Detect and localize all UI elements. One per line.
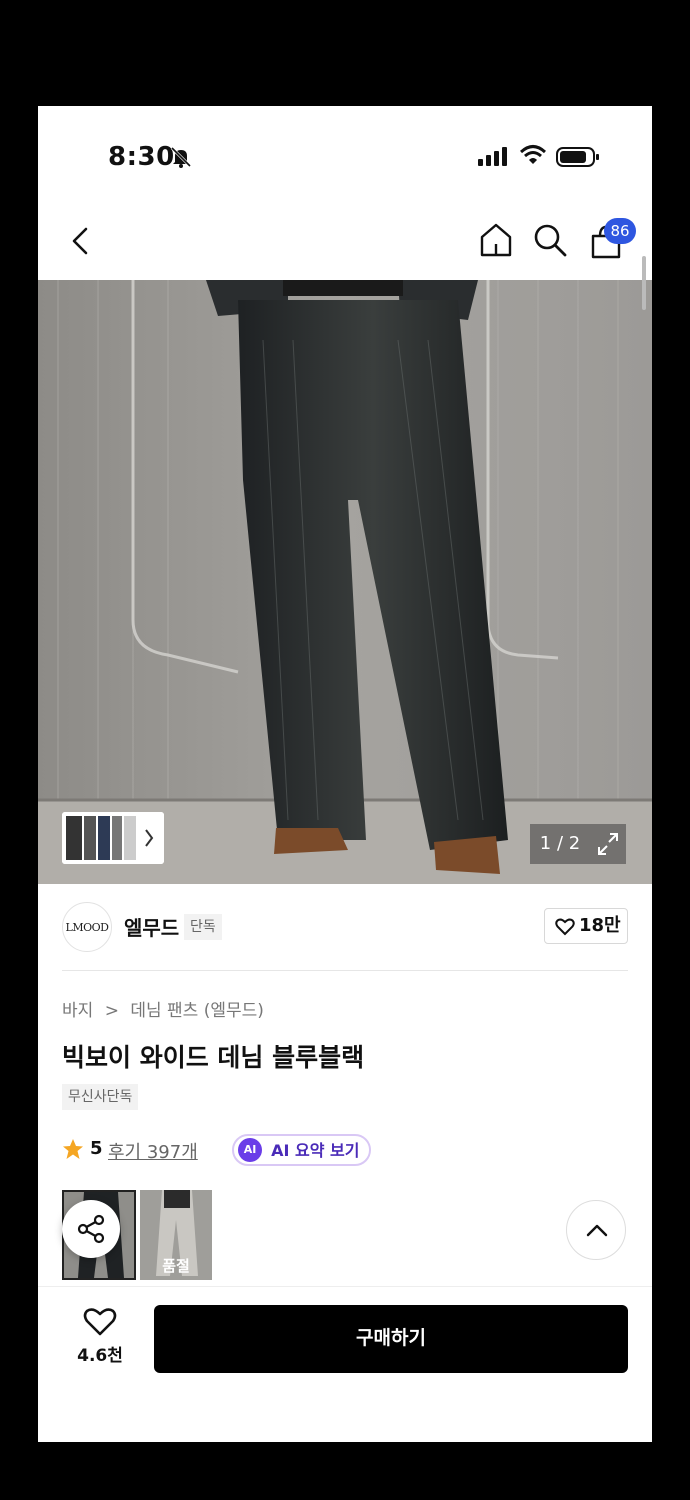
soldout-label: 품절 bbox=[162, 1257, 190, 1275]
image-counter: 1 / 2 bbox=[530, 824, 590, 864]
image-thumbnail-strip[interactable] bbox=[62, 812, 164, 864]
product-image-carousel[interactable]: 1 / 2 bbox=[38, 280, 652, 884]
product-photo bbox=[38, 280, 652, 884]
cellular-signal-icon bbox=[478, 147, 507, 166]
breadcrumb-separator: > bbox=[104, 1001, 119, 1021]
share-icon bbox=[77, 1214, 105, 1244]
share-button[interactable] bbox=[62, 1200, 120, 1258]
status-bar: 8:30 bbox=[38, 106, 652, 206]
expand-icon bbox=[598, 833, 618, 855]
musinsa-exclusive-tag: 무신사단독 bbox=[62, 1084, 139, 1110]
phone-screen: 8:30 86 1 / 2 LMOOD 엘무드 단독 18만 바지 > 데님 팬… bbox=[38, 106, 652, 1442]
product-title: 빅보이 와이드 데님 블루블랙 bbox=[62, 1043, 365, 1072]
expand-button[interactable] bbox=[590, 824, 626, 864]
status-time: 8:30 bbox=[108, 142, 175, 172]
top-nav-bar: 86 bbox=[38, 206, 652, 280]
breadcrumb: 바지 > 데님 팬츠 (엘무드) bbox=[62, 996, 264, 1021]
breadcrumb-category[interactable]: 바지 bbox=[62, 996, 93, 1021]
back-arrow-icon[interactable] bbox=[66, 224, 96, 258]
bell-muted-icon bbox=[170, 146, 192, 168]
brand-exclusive-tag: 단독 bbox=[184, 914, 222, 940]
brand-logo[interactable]: LMOOD bbox=[62, 902, 112, 952]
breadcrumb-subcategory[interactable]: 데님 팬츠 (엘무드) bbox=[130, 996, 264, 1021]
star-icon bbox=[63, 1139, 83, 1159]
brand-like-count: 18만 bbox=[579, 915, 621, 936]
scroll-to-top-button[interactable] bbox=[566, 1200, 626, 1260]
ai-icon: AI bbox=[238, 1138, 262, 1162]
scrollbar[interactable] bbox=[642, 256, 646, 310]
buy-button[interactable]: 구매하기 bbox=[154, 1305, 628, 1373]
favorite-button[interactable]: 4.6천 bbox=[76, 1307, 124, 1387]
heart-icon bbox=[83, 1308, 117, 1336]
favorite-count: 4.6천 bbox=[77, 1346, 123, 1366]
ai-summary-label: AI 요약 보기 bbox=[271, 1141, 360, 1160]
reviews-link[interactable]: 후기 397개 bbox=[108, 1138, 198, 1164]
ai-summary-button[interactable]: AI AI 요약 보기 bbox=[232, 1134, 372, 1166]
brand-like-button[interactable]: 18만 bbox=[544, 908, 628, 944]
brand-name[interactable]: 엘무드 bbox=[124, 912, 179, 941]
cart-count-badge: 86 bbox=[604, 218, 636, 244]
chevron-up-icon bbox=[586, 1224, 608, 1237]
rating-score: 5 bbox=[90, 1138, 103, 1159]
divider bbox=[62, 970, 628, 971]
heart-icon bbox=[555, 918, 575, 936]
bottom-action-bar: 4.6천 구매하기 bbox=[38, 1286, 652, 1442]
thumbnail-preview bbox=[62, 812, 164, 864]
battery-icon bbox=[556, 147, 599, 167]
search-icon[interactable] bbox=[532, 222, 568, 258]
option-thumbnail-soldout[interactable]: 품절 bbox=[140, 1190, 212, 1280]
wifi-icon bbox=[520, 145, 546, 164]
home-icon[interactable] bbox=[478, 222, 514, 258]
